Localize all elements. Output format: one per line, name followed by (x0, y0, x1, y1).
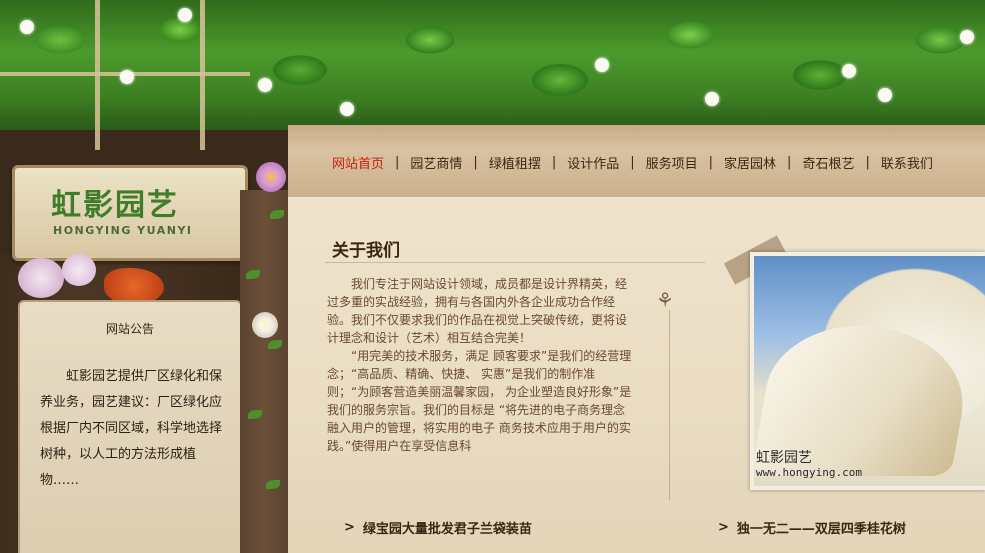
news-link-text: 独一无二——双层四季桂花树 (736, 521, 906, 537)
notice-title: 网站公告 (105, 322, 154, 336)
featured-photo[interactable]: 虹影园艺 www.hongying.com (750, 252, 985, 490)
vine-decoration (240, 162, 288, 553)
jasmine-flower (178, 8, 192, 22)
nav-item[interactable]: 网站首页 (325, 153, 391, 172)
nav-item[interactable]: 奇石根艺 (795, 153, 861, 172)
butterfly-icon: ⚘ (656, 288, 674, 312)
jasmine-flower (120, 70, 134, 84)
nav-separator: | (551, 154, 557, 170)
photo-caption-url: www.hongying.com (756, 466, 862, 479)
jasmine-flower (340, 102, 354, 116)
nav-separator: | (708, 154, 714, 170)
vine-leaf (266, 480, 280, 489)
jasmine-flower (842, 64, 856, 78)
notice-text: 虹影园艺提供厂区绿化和保养业务，园艺建议：厂区绿化应根据厂内不同区域，科学地选择… (40, 369, 223, 488)
nav-separator: | (473, 154, 478, 170)
leafy-header-banner (0, 0, 985, 150)
about-paragraph: “用完美的技术服务，满足 顾客要求”是我们的经营理念；“高品质、精确、快捷、 实… (327, 349, 632, 453)
logo-name-en: HONGYING YUANYI (53, 224, 193, 237)
nav-item[interactable]: 绿植租摆 (482, 153, 548, 172)
news-link[interactable]: > 绿宝园大量批发君子兰袋装苗 (344, 514, 532, 540)
heading-divider (325, 262, 705, 263)
main-navigation: 网站首页 | 园艺商情 | 绿植租摆 | 设计作品 | 服务项目 | 家居园林 | 奇石根艺 | 联系我们 (325, 151, 940, 173)
daisy-flower (252, 312, 278, 338)
purple-flower (256, 162, 286, 192)
jasmine-flower (960, 30, 974, 44)
nav-separator: | (395, 154, 400, 170)
news-link-text: 绿宝园大量批发君子兰袋装苗 (362, 521, 532, 537)
news-link[interactable]: > 独一无二——双层四季桂花树 (718, 514, 906, 540)
site-logo[interactable]: 虹影园艺 HONGYING YUANYI (12, 165, 248, 261)
nav-separator: | (865, 154, 870, 170)
nav-item[interactable]: 家居园林 (717, 153, 783, 172)
jasmine-flower (878, 88, 892, 102)
jasmine-flower (595, 58, 609, 72)
page-frame: 网站首页 | 园艺商情 | 绿植租摆 | 设计作品 | 服务项目 | 家居园林 | 奇石根艺 | 联系我们 … (0, 0, 985, 553)
notice-panel: 网站公告 虹影园艺提供厂区绿化和保养业务，园艺建议：厂区绿化应根据厂内不同区域，… (18, 300, 242, 553)
nav-item[interactable]: 服务项目 (639, 153, 705, 172)
vertical-divider (669, 310, 670, 500)
about-text: 我们专注于网站设计领域，成员都是设计界精英，经过多重的实战经验，拥有与各国内外各… (327, 275, 635, 455)
pink-flower-decoration (18, 258, 64, 298)
vine-leaf (246, 270, 260, 279)
red-leaf-decoration (104, 268, 164, 304)
nav-separator: | (787, 154, 792, 170)
photo-caption-cn: 虹影园艺 (756, 450, 812, 466)
jasmine-flower (258, 78, 272, 92)
vine-leaf (270, 210, 284, 219)
nav-item[interactable]: 联系我们 (874, 153, 940, 172)
nav-item[interactable]: 设计作品 (560, 153, 626, 172)
jasmine-flower (705, 92, 719, 106)
chevron-right-icon: > (718, 519, 729, 535)
about-heading: 关于我们 (332, 241, 400, 261)
about-paragraph: 我们专注于网站设计领域，成员都是设计界精英，经过多重的实战经验，拥有与各国内外各… (327, 277, 628, 345)
vine-leaf (248, 410, 262, 419)
nav-item[interactable]: 园艺商情 (403, 153, 469, 172)
vine-leaf (268, 340, 282, 349)
jasmine-flower (20, 20, 34, 34)
nav-separator: | (630, 154, 635, 170)
chevron-right-icon: > (344, 519, 355, 535)
logo-name-cn: 虹影园艺 (51, 188, 179, 223)
pink-flower-decoration (62, 254, 96, 286)
